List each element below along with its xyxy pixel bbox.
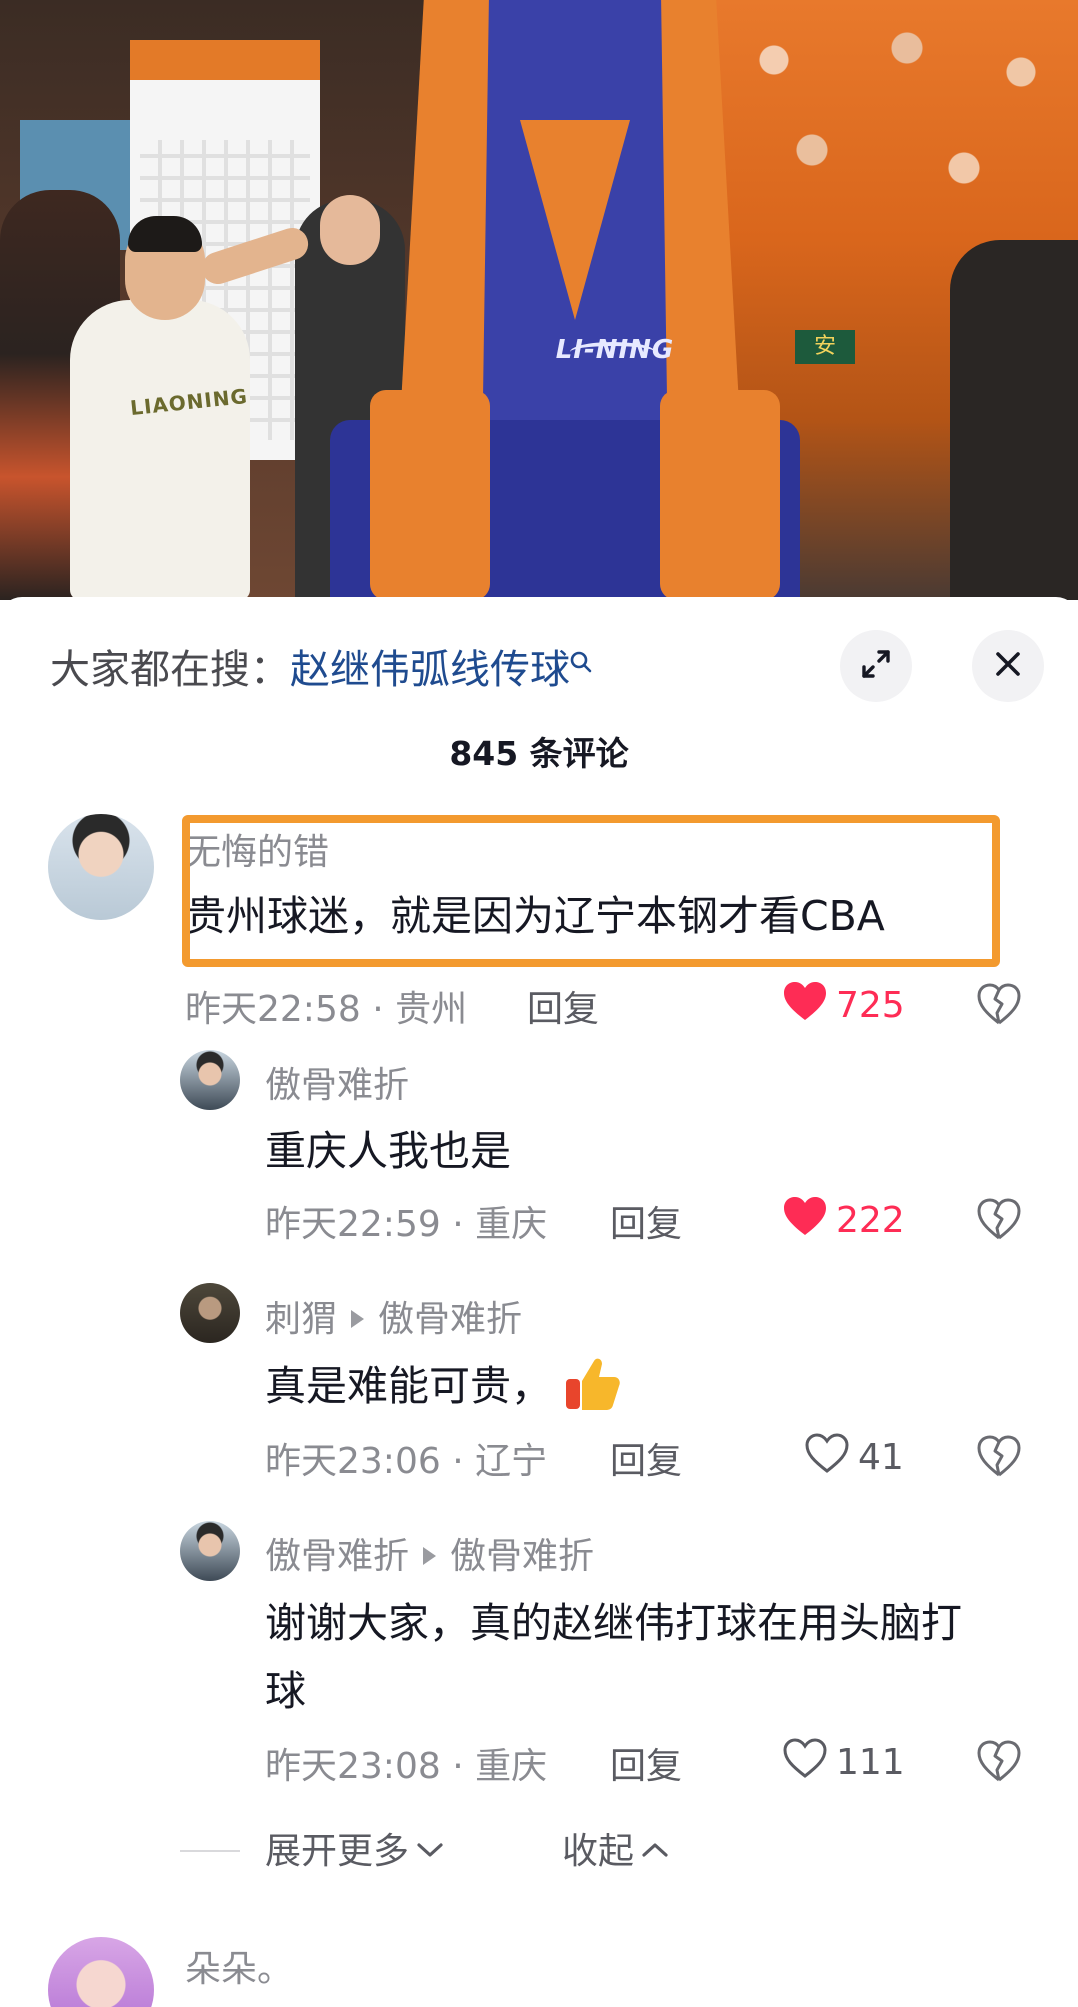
player-hair xyxy=(128,216,202,252)
trending-search-prefix: 大家都在搜： xyxy=(50,647,290,693)
player-right xyxy=(950,240,1078,600)
comment-text[interactable]: 真是难能可贵， xyxy=(265,1362,552,1410)
chevron-up-icon xyxy=(640,1828,670,1869)
broken-heart-icon xyxy=(976,1740,1022,1787)
fullscreen-button[interactable] xyxy=(840,630,912,702)
avatar[interactable] xyxy=(180,1521,240,1581)
like-count: 222 xyxy=(836,1200,905,1241)
brand-text: LI-NING xyxy=(555,335,675,365)
video-player[interactable]: LI-NING LIAONING 安 xyxy=(0,0,1078,600)
comment-username[interactable]: 傲骨难折 xyxy=(265,1536,409,1577)
reply-button[interactable]: 回复 xyxy=(527,980,599,1032)
heart-outline-icon xyxy=(782,1737,828,1788)
like-button[interactable]: 111 xyxy=(782,1737,905,1788)
divider-line xyxy=(180,1850,240,1852)
expand-more-label: 展开更多 xyxy=(265,1831,410,1872)
comment-text-continued[interactable]: 球 xyxy=(265,1657,306,1717)
dislike-button[interactable] xyxy=(976,1434,1022,1480)
comment-time-location: 昨天23:06 · 辽宁 xyxy=(265,1441,548,1482)
reply-username-line: 傲骨难折 傲骨难折 xyxy=(265,1527,594,1579)
like-button[interactable]: 41 xyxy=(804,1432,904,1483)
heart-filled-icon xyxy=(782,1195,828,1246)
collapse-button[interactable]: 收起 xyxy=(562,1822,670,1874)
highlight-box xyxy=(182,815,1000,967)
comment-time-location: 昨天22:59 · 重庆 xyxy=(265,1204,548,1245)
close-button[interactable] xyxy=(972,630,1044,702)
collapse-label: 收起 xyxy=(562,1831,635,1872)
reply-to-username[interactable]: 傲骨难折 xyxy=(450,1536,594,1577)
broken-heart-icon xyxy=(976,983,1022,1030)
heart-filled-icon xyxy=(782,980,828,1031)
avatar[interactable] xyxy=(48,1937,154,2007)
reply-to-username[interactable]: 傲骨难折 xyxy=(378,1299,522,1340)
search-icon xyxy=(570,641,594,687)
comment-username[interactable]: 刺猬 xyxy=(265,1299,337,1340)
trending-search-term[interactable]: 赵继伟弧线传球 xyxy=(290,647,570,693)
dislike-button[interactable] xyxy=(976,1197,1022,1243)
comment-time-location: 昨天22:58 · 贵州 xyxy=(185,989,468,1030)
like-button[interactable]: 222 xyxy=(782,1195,905,1246)
reply-username-line: 刺猬 傲骨难折 xyxy=(265,1290,522,1342)
trending-search[interactable]: 大家都在搜：赵继伟弧线传球 xyxy=(50,637,594,695)
comment-sheet: 大家都在搜：赵继伟弧线传球 845 条评论 无悔的错 贵州球迷，就是因为辽宁本钢… xyxy=(0,597,1078,2007)
comment-text[interactable]: 谢谢大家，真的赵继伟打球在用头脑打 xyxy=(265,1589,962,1649)
thumbs-up-emoji-icon xyxy=(562,1355,622,1423)
like-button[interactable]: 725 xyxy=(782,980,905,1031)
basket-stanchion xyxy=(330,0,800,600)
player-white-jersey xyxy=(70,300,250,600)
reply-button[interactable]: 回复 xyxy=(610,1195,682,1247)
chevron-down-icon xyxy=(415,1828,445,1869)
comment-count-title: 845 条评论 xyxy=(449,734,629,773)
dislike-button[interactable] xyxy=(976,1739,1022,1785)
reply-button[interactable]: 回复 xyxy=(610,1432,682,1484)
reply-button[interactable]: 回复 xyxy=(610,1737,682,1789)
like-count: 725 xyxy=(836,985,905,1026)
broken-heart-icon xyxy=(976,1435,1022,1482)
avatar[interactable] xyxy=(180,1283,240,1343)
like-count: 111 xyxy=(836,1742,905,1783)
avatar[interactable] xyxy=(48,814,154,920)
heart-outline-icon xyxy=(804,1432,850,1483)
comment-username[interactable]: 傲骨难折 xyxy=(265,1056,409,1108)
comment-text-line: 真是难能可贵， xyxy=(265,1352,622,1423)
comment-username[interactable]: 朵朵。 xyxy=(185,1940,293,1992)
expand-icon xyxy=(859,647,893,685)
broken-heart-icon xyxy=(976,1198,1022,1245)
avatar[interactable] xyxy=(180,1050,240,1110)
expand-more-button[interactable]: 展开更多 xyxy=(265,1822,445,1874)
comment-time-location: 昨天23:08 · 重庆 xyxy=(265,1746,548,1787)
reply-arrow-icon xyxy=(423,1547,437,1565)
dislike-button[interactable] xyxy=(976,982,1022,1028)
like-count: 41 xyxy=(858,1437,904,1478)
arena-sign: 安 xyxy=(795,330,855,364)
close-icon xyxy=(993,649,1023,683)
reply-arrow-icon xyxy=(351,1310,365,1328)
comment-text[interactable]: 重庆人我也是 xyxy=(265,1117,511,1177)
